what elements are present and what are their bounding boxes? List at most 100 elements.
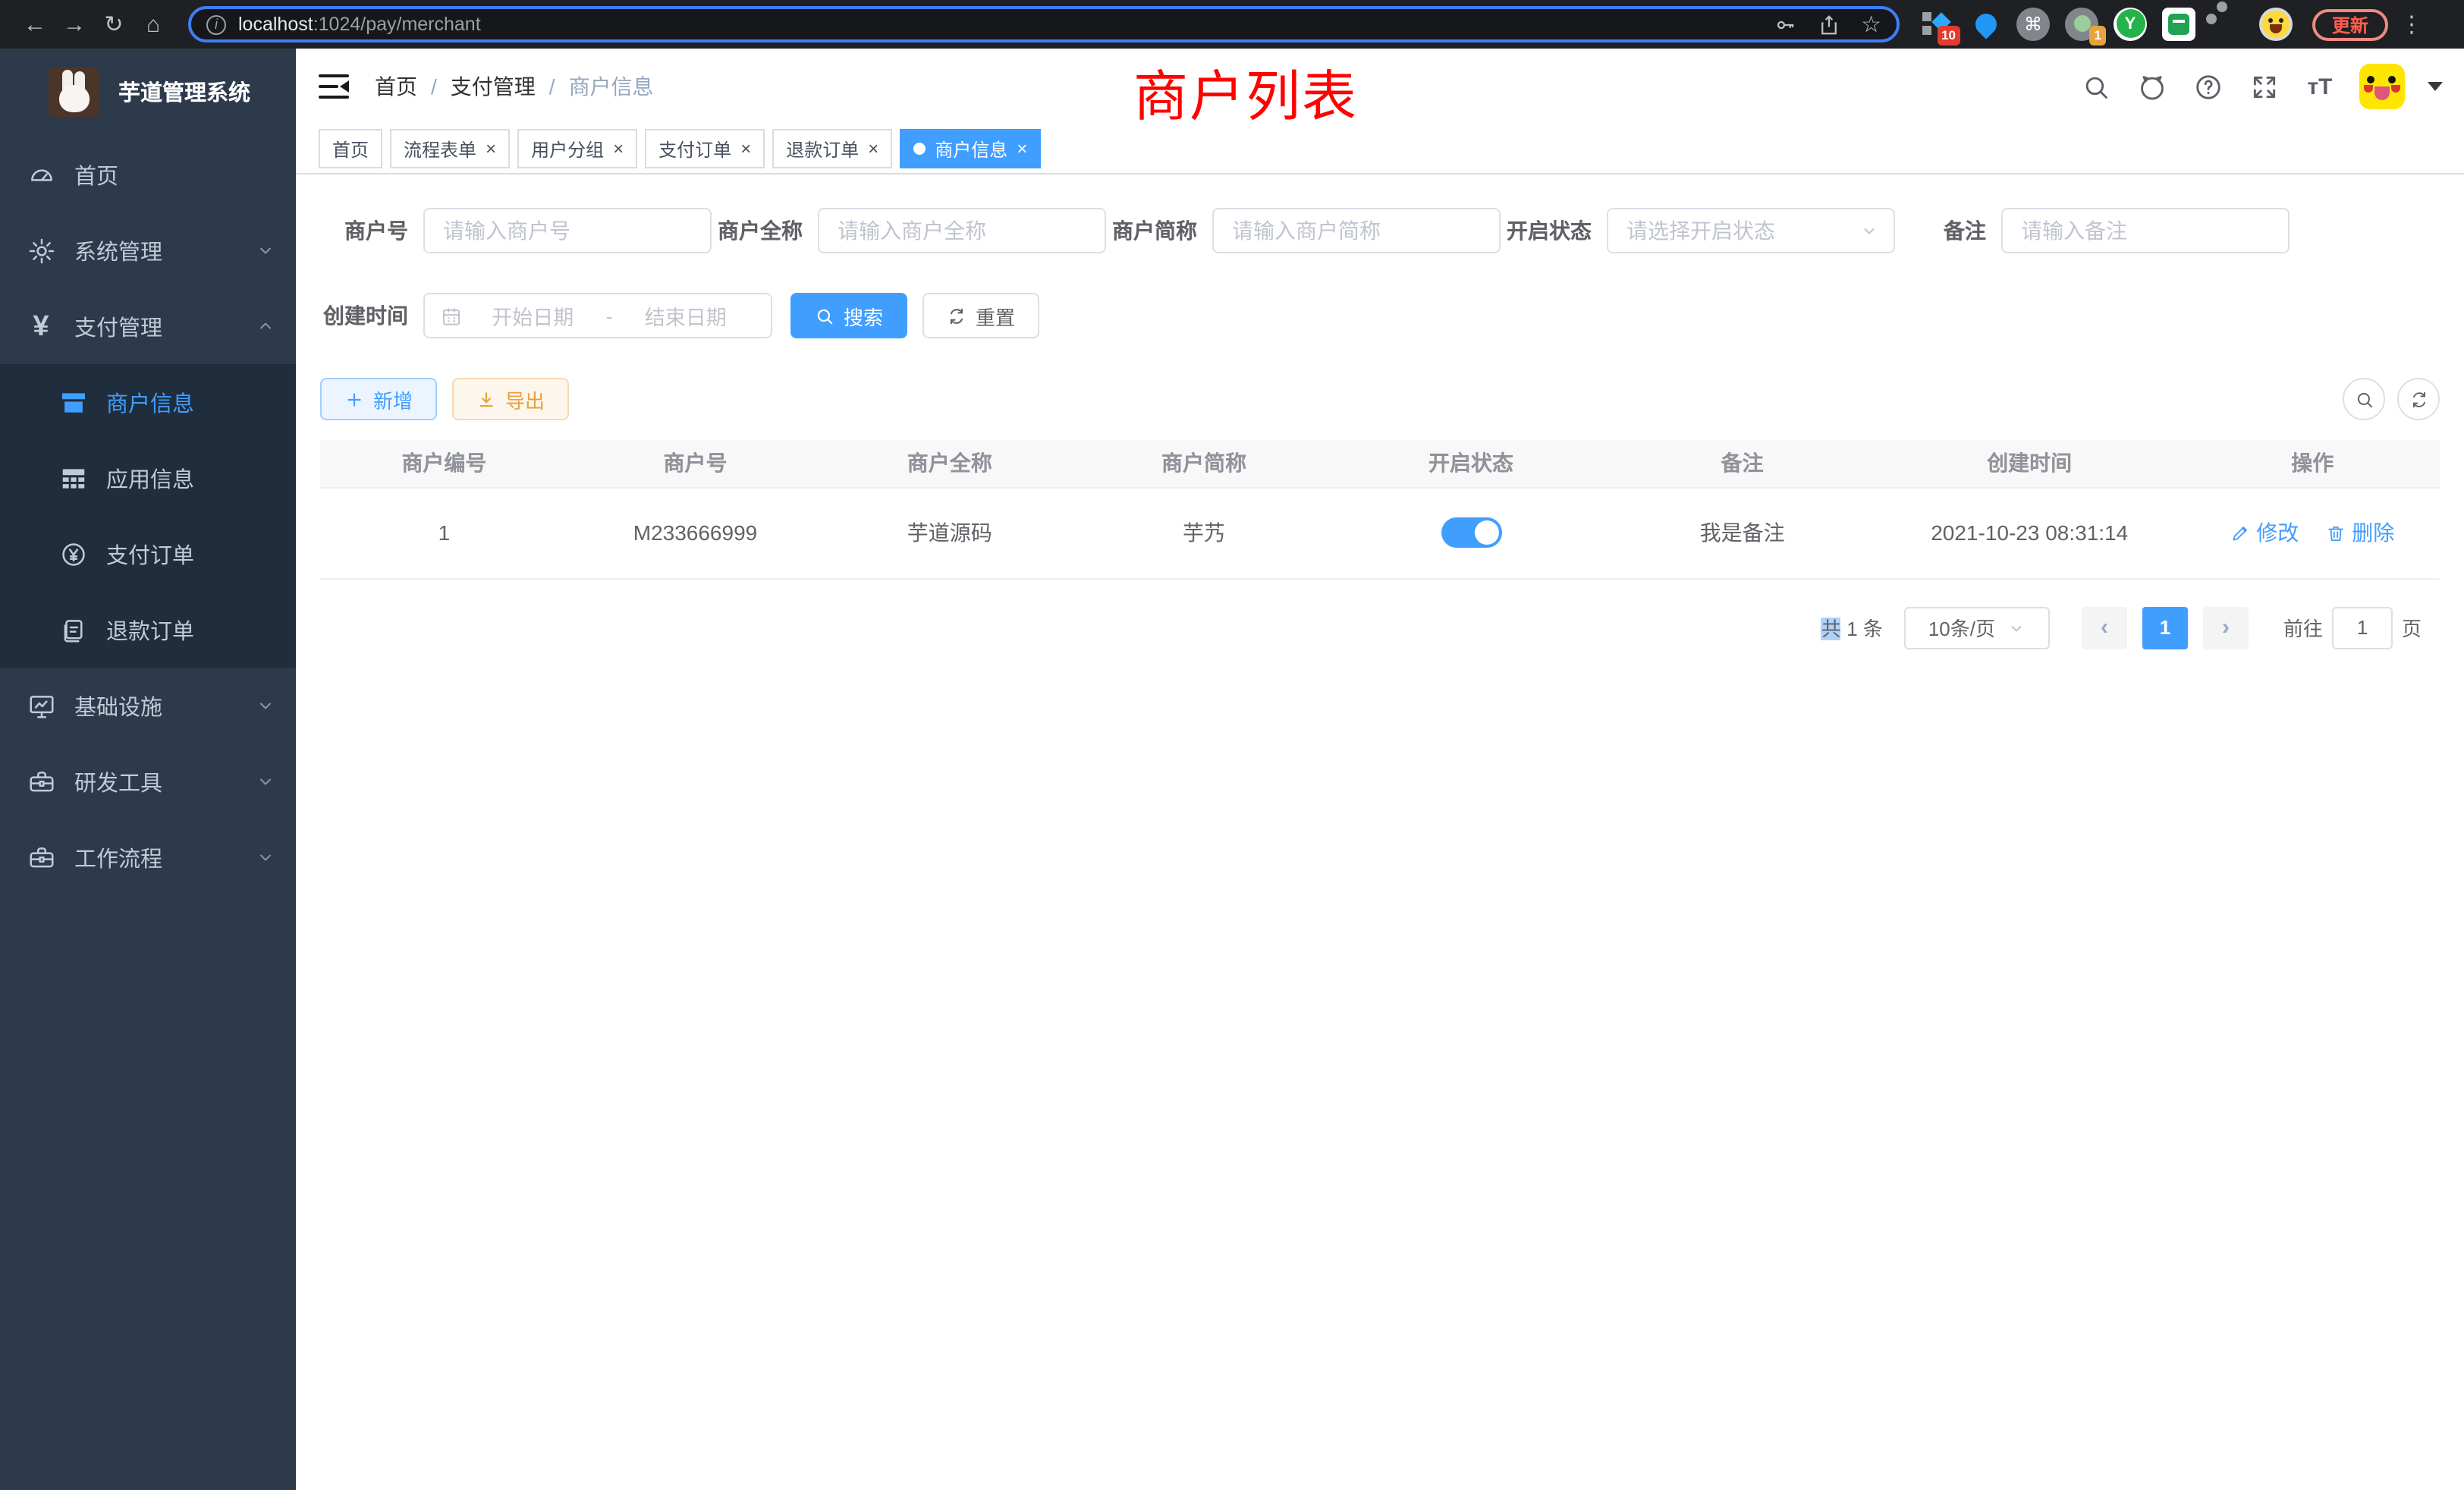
short-name-input[interactable] bbox=[1212, 208, 1501, 253]
search-icon[interactable] bbox=[2079, 70, 2112, 103]
filter-status: 开启状态 请选择开启状态 bbox=[1504, 208, 1895, 253]
merchant-table: 商户编号 商户号 商户全称 商户简称 开启状态 备注 创建时间 操作 1 M23… bbox=[320, 440, 2440, 579]
next-page-button[interactable]: › bbox=[2203, 606, 2249, 649]
sidebar-item-home[interactable]: 首页 bbox=[0, 137, 296, 212]
refresh-icon bbox=[2409, 389, 2428, 409]
delete-link[interactable]: 删除 bbox=[2326, 517, 2394, 548]
breadcrumb-payment[interactable]: 支付管理 bbox=[451, 71, 536, 102]
cell-remark: 我是备注 bbox=[1611, 487, 1873, 578]
share-icon[interactable] bbox=[1817, 13, 1840, 36]
full-name-input[interactable] bbox=[818, 208, 1106, 253]
status-toggle[interactable] bbox=[1441, 517, 1501, 548]
date-range-picker[interactable]: 开始日期 - 结束日期 bbox=[423, 293, 772, 338]
reload-icon[interactable]: ↻ bbox=[94, 6, 134, 42]
bookmark-star-icon[interactable]: ☆ bbox=[1861, 11, 1881, 38]
app-logo[interactable]: 芋道管理系统 bbox=[0, 49, 296, 134]
trash-icon bbox=[2326, 523, 2346, 542]
add-button[interactable]: 新增 bbox=[320, 378, 437, 420]
tab-refund-order[interactable]: 退款订单× bbox=[772, 129, 892, 168]
top-navbar: 首页 / 支付管理 / 商户信息 тT 商户列表 bbox=[296, 49, 2464, 124]
github-icon[interactable] bbox=[2135, 70, 2168, 103]
proxy-extension-icon[interactable]: 1 bbox=[2065, 7, 2100, 42]
payment-submenu: 商户信息 应用信息 支付订单 退款订单 bbox=[0, 364, 296, 668]
command-extension-icon[interactable]: ⌘ bbox=[2016, 7, 2051, 42]
sidebar-item-system[interactable]: 系统管理 bbox=[0, 212, 296, 288]
gear-icon bbox=[26, 235, 56, 266]
tab-home[interactable]: 首页 bbox=[319, 129, 382, 168]
back-icon[interactable]: ← bbox=[15, 6, 55, 42]
reset-button[interactable]: 重置 bbox=[922, 293, 1039, 338]
home-icon[interactable]: ⌂ bbox=[134, 6, 173, 42]
browser-update-button[interactable]: 更新 bbox=[2312, 8, 2388, 40]
edit-icon bbox=[2230, 523, 2250, 542]
address-bar[interactable]: i localhost:1024/pay/merchant ☆ bbox=[188, 6, 1900, 42]
active-tab-dot bbox=[913, 143, 926, 155]
page-content: 商户号 商户全称 商户简称 开启状态 请选择开启状态 bbox=[296, 174, 2464, 649]
sidebar-toggle-icon[interactable] bbox=[319, 74, 349, 99]
chevron-down-icon bbox=[2007, 618, 2026, 637]
merchant-no-input[interactable] bbox=[423, 208, 712, 253]
avatar[interactable] bbox=[2359, 64, 2405, 109]
tab-pay-order[interactable]: 支付订单× bbox=[645, 129, 765, 168]
key-icon[interactable] bbox=[1773, 13, 1796, 36]
sidebar-item-workflow[interactable]: 工作流程 bbox=[0, 819, 296, 895]
download-icon bbox=[476, 389, 496, 409]
status-select[interactable]: 请选择开启状态 bbox=[1607, 208, 1895, 253]
start-date-placeholder: 开始日期 bbox=[463, 300, 603, 331]
fullscreen-icon[interactable] bbox=[2247, 70, 2280, 103]
sidebar-item-payment[interactable]: ¥ 支付管理 bbox=[0, 288, 296, 364]
close-icon[interactable]: × bbox=[868, 140, 878, 158]
notes-extension-icon[interactable] bbox=[2162, 7, 2197, 42]
help-icon[interactable] bbox=[2191, 70, 2224, 103]
sidebar-item-pay-order[interactable]: 支付订单 bbox=[0, 516, 296, 592]
close-icon[interactable]: × bbox=[740, 140, 751, 158]
dashboard-icon bbox=[26, 159, 56, 190]
cell-status bbox=[1331, 487, 1611, 578]
breadcrumb-home[interactable]: 首页 bbox=[375, 71, 417, 102]
grid-icon bbox=[58, 463, 88, 493]
sidebar-item-merchant-info[interactable]: 商户信息 bbox=[0, 364, 296, 440]
close-icon[interactable]: × bbox=[1017, 140, 1027, 158]
prev-page-button[interactable]: ‹ bbox=[2082, 606, 2127, 649]
y-extension-icon[interactable]: Y bbox=[2114, 7, 2148, 42]
monitor-icon bbox=[26, 690, 56, 721]
forward-icon[interactable]: → bbox=[55, 6, 94, 42]
tab-user-group[interactable]: 用户分组× bbox=[517, 129, 637, 168]
sidebar-item-dev-tools[interactable]: 研发工具 bbox=[0, 743, 296, 819]
selected-text: 共 bbox=[1821, 618, 1841, 640]
emoji-extension-icon[interactable] bbox=[2259, 7, 2294, 42]
drop-extension-icon[interactable] bbox=[1968, 7, 2003, 42]
tab-process-form[interactable]: 流程表单× bbox=[390, 129, 510, 168]
page-size-select[interactable]: 10条/页 bbox=[1904, 606, 2050, 649]
site-info-icon[interactable]: i bbox=[206, 14, 226, 34]
main-area: 首页 / 支付管理 / 商户信息 тT 商户列表 首页 流程表单× 用户分组× … bbox=[296, 49, 2464, 1490]
tab-merchant-info[interactable]: 商户信息× bbox=[900, 129, 1041, 168]
sidebar-item-infrastructure[interactable]: 基础设施 bbox=[0, 668, 296, 743]
font-size-icon[interactable]: тT bbox=[2303, 70, 2337, 103]
filter-merchant-no: 商户号 bbox=[320, 208, 712, 253]
puzzle-extension-icon[interactable] bbox=[2211, 7, 2246, 42]
remark-input[interactable] bbox=[2001, 208, 2290, 253]
goto-page-input[interactable] bbox=[2332, 606, 2393, 649]
field-label: 创建时间 bbox=[320, 300, 423, 331]
end-date-placeholder: 结束日期 bbox=[616, 300, 756, 331]
sidebar-item-app-info[interactable]: 应用信息 bbox=[0, 440, 296, 516]
sidebar-item-refund-order[interactable]: 退款订单 bbox=[0, 592, 296, 668]
export-button[interactable]: 导出 bbox=[452, 378, 569, 420]
filter-row-2: 创建时间 开始日期 - 结束日期 搜索 重置 bbox=[320, 293, 2440, 338]
refresh-table-button[interactable] bbox=[2397, 378, 2440, 420]
close-icon[interactable]: × bbox=[486, 140, 496, 158]
sidebar: 芋道管理系统 首页 系统管理 ¥ 支付管理 商户信息 bbox=[0, 49, 296, 1490]
user-caret-down-icon[interactable] bbox=[2428, 82, 2443, 91]
adblock-extension-icon[interactable]: 10 bbox=[1919, 7, 1954, 42]
browser-menu-icon[interactable]: ⋮ bbox=[2400, 11, 2422, 38]
search-button[interactable]: 搜索 bbox=[790, 293, 907, 338]
cell-short-name: 芋艿 bbox=[1076, 487, 1331, 578]
close-icon[interactable]: × bbox=[613, 140, 624, 158]
filter-row-1: 商户号 商户全称 商户简称 开启状态 请选择开启状态 bbox=[320, 208, 2440, 253]
toggle-search-button[interactable] bbox=[2343, 378, 2385, 420]
filter-short-name: 商户简称 bbox=[1109, 208, 1501, 253]
edit-link[interactable]: 修改 bbox=[2230, 517, 2299, 548]
page-1-button[interactable]: 1 bbox=[2142, 606, 2188, 649]
breadcrumb-separator: / bbox=[431, 74, 437, 99]
